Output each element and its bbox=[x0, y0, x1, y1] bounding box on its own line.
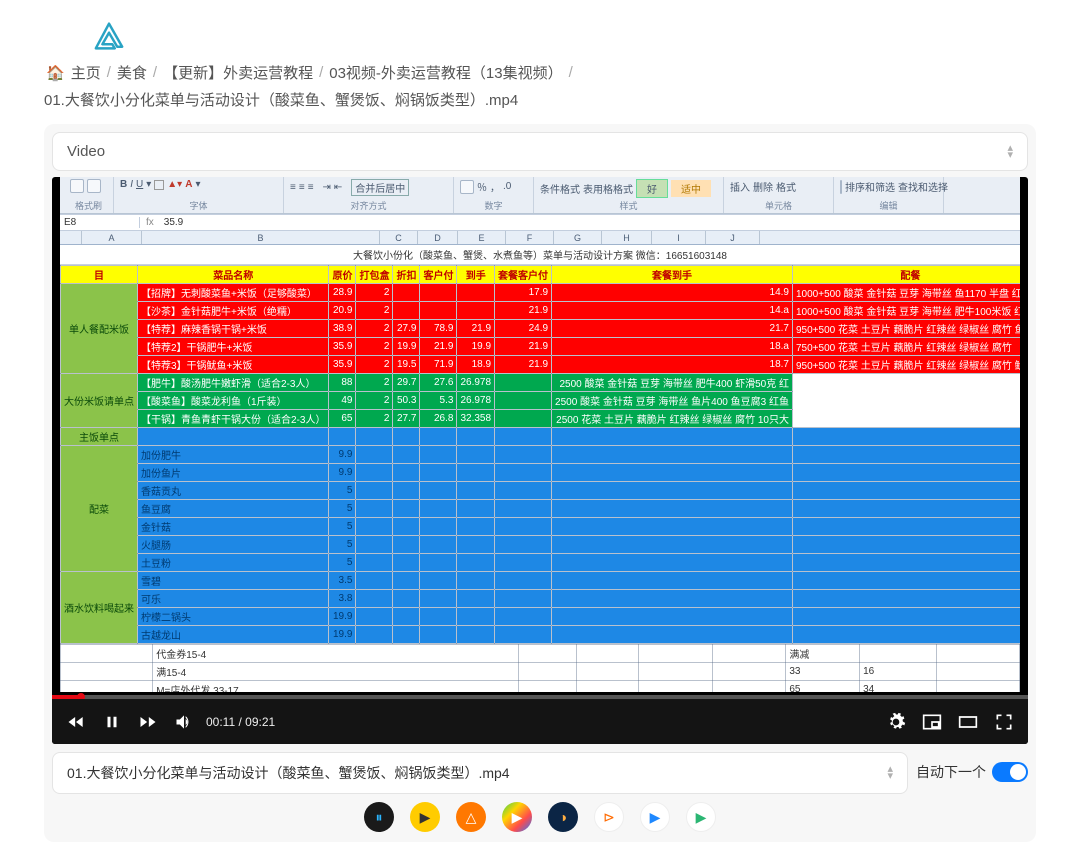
player-app-icon[interactable]: ⏸ bbox=[364, 802, 394, 832]
player-app-icon[interactable]: △ bbox=[456, 802, 486, 832]
player-app-row: ⏸ ▶ △ ▶ ◑ ⊳ ▶ ▶ bbox=[52, 802, 1028, 832]
video-controls: 00:11 / 09:21 bbox=[52, 699, 1028, 744]
theater-icon[interactable] bbox=[958, 712, 978, 732]
pip-icon[interactable] bbox=[922, 712, 942, 732]
player-app-icon[interactable]: ▶ bbox=[686, 802, 716, 832]
formula-bar[interactable]: 35.9 bbox=[160, 217, 187, 228]
site-logo[interactable] bbox=[92, 22, 1036, 50]
content-card: Video ▴▾ 格式刷 B I U ▾ ▲▾ A▾ 字体 ≡≡≡ ⇥⇤ 合并后… bbox=[44, 124, 1036, 842]
breadcrumb: 🏠 主页 / 美食 / 【更新】外卖运营教程 / 03视频-外卖运营教程（13集… bbox=[44, 62, 1036, 83]
rewind-button[interactable] bbox=[66, 712, 86, 732]
crumb-sep: / bbox=[153, 64, 157, 81]
player-app-icon[interactable]: ▶ bbox=[640, 802, 670, 832]
crumb-section[interactable]: 03视频-外卖运营教程（13集视频） bbox=[329, 62, 562, 83]
pause-button[interactable] bbox=[102, 712, 122, 732]
sheet-title: 大餐饮小份化（酸菜鱼、蟹煲、水煮鱼等）菜单与活动设计方案 微信：16651603… bbox=[60, 245, 1020, 265]
chevron-sort-icon: ▴▾ bbox=[887, 766, 893, 780]
column-headers: AB CD EF GH IJ bbox=[60, 231, 1020, 245]
media-type-select[interactable]: Video ▴▾ bbox=[52, 132, 1028, 171]
auto-next-label: 自动下一个 bbox=[916, 762, 986, 782]
cell-reference-bar: E8 fx 35.9 bbox=[60, 214, 1020, 231]
crumb-current: 01.大餐饮小分化菜单与活动设计（酸菜鱼、蟹煲饭、焖锅饭类型）.mp4 bbox=[44, 89, 1036, 110]
crumb-home[interactable]: 主页 bbox=[71, 62, 101, 83]
excel-ribbon: 格式刷 B I U ▾ ▲▾ A▾ 字体 ≡≡≡ ⇥⇤ 合并后居中 对齐方式 ％… bbox=[60, 177, 1020, 214]
crumb-sep: / bbox=[569, 64, 573, 81]
forward-button[interactable] bbox=[138, 712, 158, 732]
home-icon: 🏠 bbox=[46, 64, 65, 82]
chevron-sort-icon: ▴▾ bbox=[1007, 145, 1013, 159]
crumb-food[interactable]: 美食 bbox=[117, 62, 147, 83]
notes-table: 代金券15-4满减满15-43316M=店外代发 33-176534注意事项设…… bbox=[60, 644, 1020, 692]
media-type-label: Video bbox=[67, 143, 105, 160]
video-player[interactable]: 格式刷 B I U ▾ ▲▾ A▾ 字体 ≡≡≡ ⇥⇤ 合并后居中 对齐方式 ％… bbox=[52, 177, 1028, 744]
file-select[interactable]: 01.大餐饮小分化菜单与活动设计（酸菜鱼、蟹煲饭、焖锅饭类型）.mp4 ▴▾ bbox=[52, 752, 908, 794]
player-app-icon[interactable]: ◑ bbox=[548, 802, 578, 832]
menu-table: 目菜品名称原价打包盒折扣客户付到手套餐客户付套餐到手配餐单人餐配米饭【招牌】无刺… bbox=[60, 265, 1020, 644]
fx-icon: fx bbox=[140, 217, 160, 228]
player-app-icon[interactable]: ▶ bbox=[502, 802, 532, 832]
video-time: 00:11 / 09:21 bbox=[206, 715, 275, 729]
player-app-icon[interactable]: ⊳ bbox=[594, 802, 624, 832]
video-frame: 格式刷 B I U ▾ ▲▾ A▾ 字体 ≡≡≡ ⇥⇤ 合并后居中 对齐方式 ％… bbox=[60, 177, 1020, 692]
player-app-icon[interactable]: ▶ bbox=[410, 802, 440, 832]
spreadsheet: 大餐饮小份化（酸菜鱼、蟹煲、水煮鱼等）菜单与活动设计方案 微信：16651603… bbox=[60, 245, 1020, 692]
crumb-sep: / bbox=[107, 64, 111, 81]
volume-icon[interactable] bbox=[174, 712, 194, 732]
file-select-label: 01.大餐饮小分化菜单与活动设计（酸菜鱼、蟹煲饭、焖锅饭类型）.mp4 bbox=[67, 763, 510, 783]
fullscreen-icon[interactable] bbox=[994, 712, 1014, 732]
crumb-sep: / bbox=[319, 64, 323, 81]
auto-next-toggle[interactable] bbox=[992, 762, 1028, 782]
auto-next: 自动下一个 bbox=[916, 752, 1028, 782]
crumb-course[interactable]: 【更新】外卖运营教程 bbox=[163, 62, 313, 83]
name-box[interactable]: E8 bbox=[60, 217, 140, 228]
settings-icon[interactable] bbox=[886, 712, 906, 732]
